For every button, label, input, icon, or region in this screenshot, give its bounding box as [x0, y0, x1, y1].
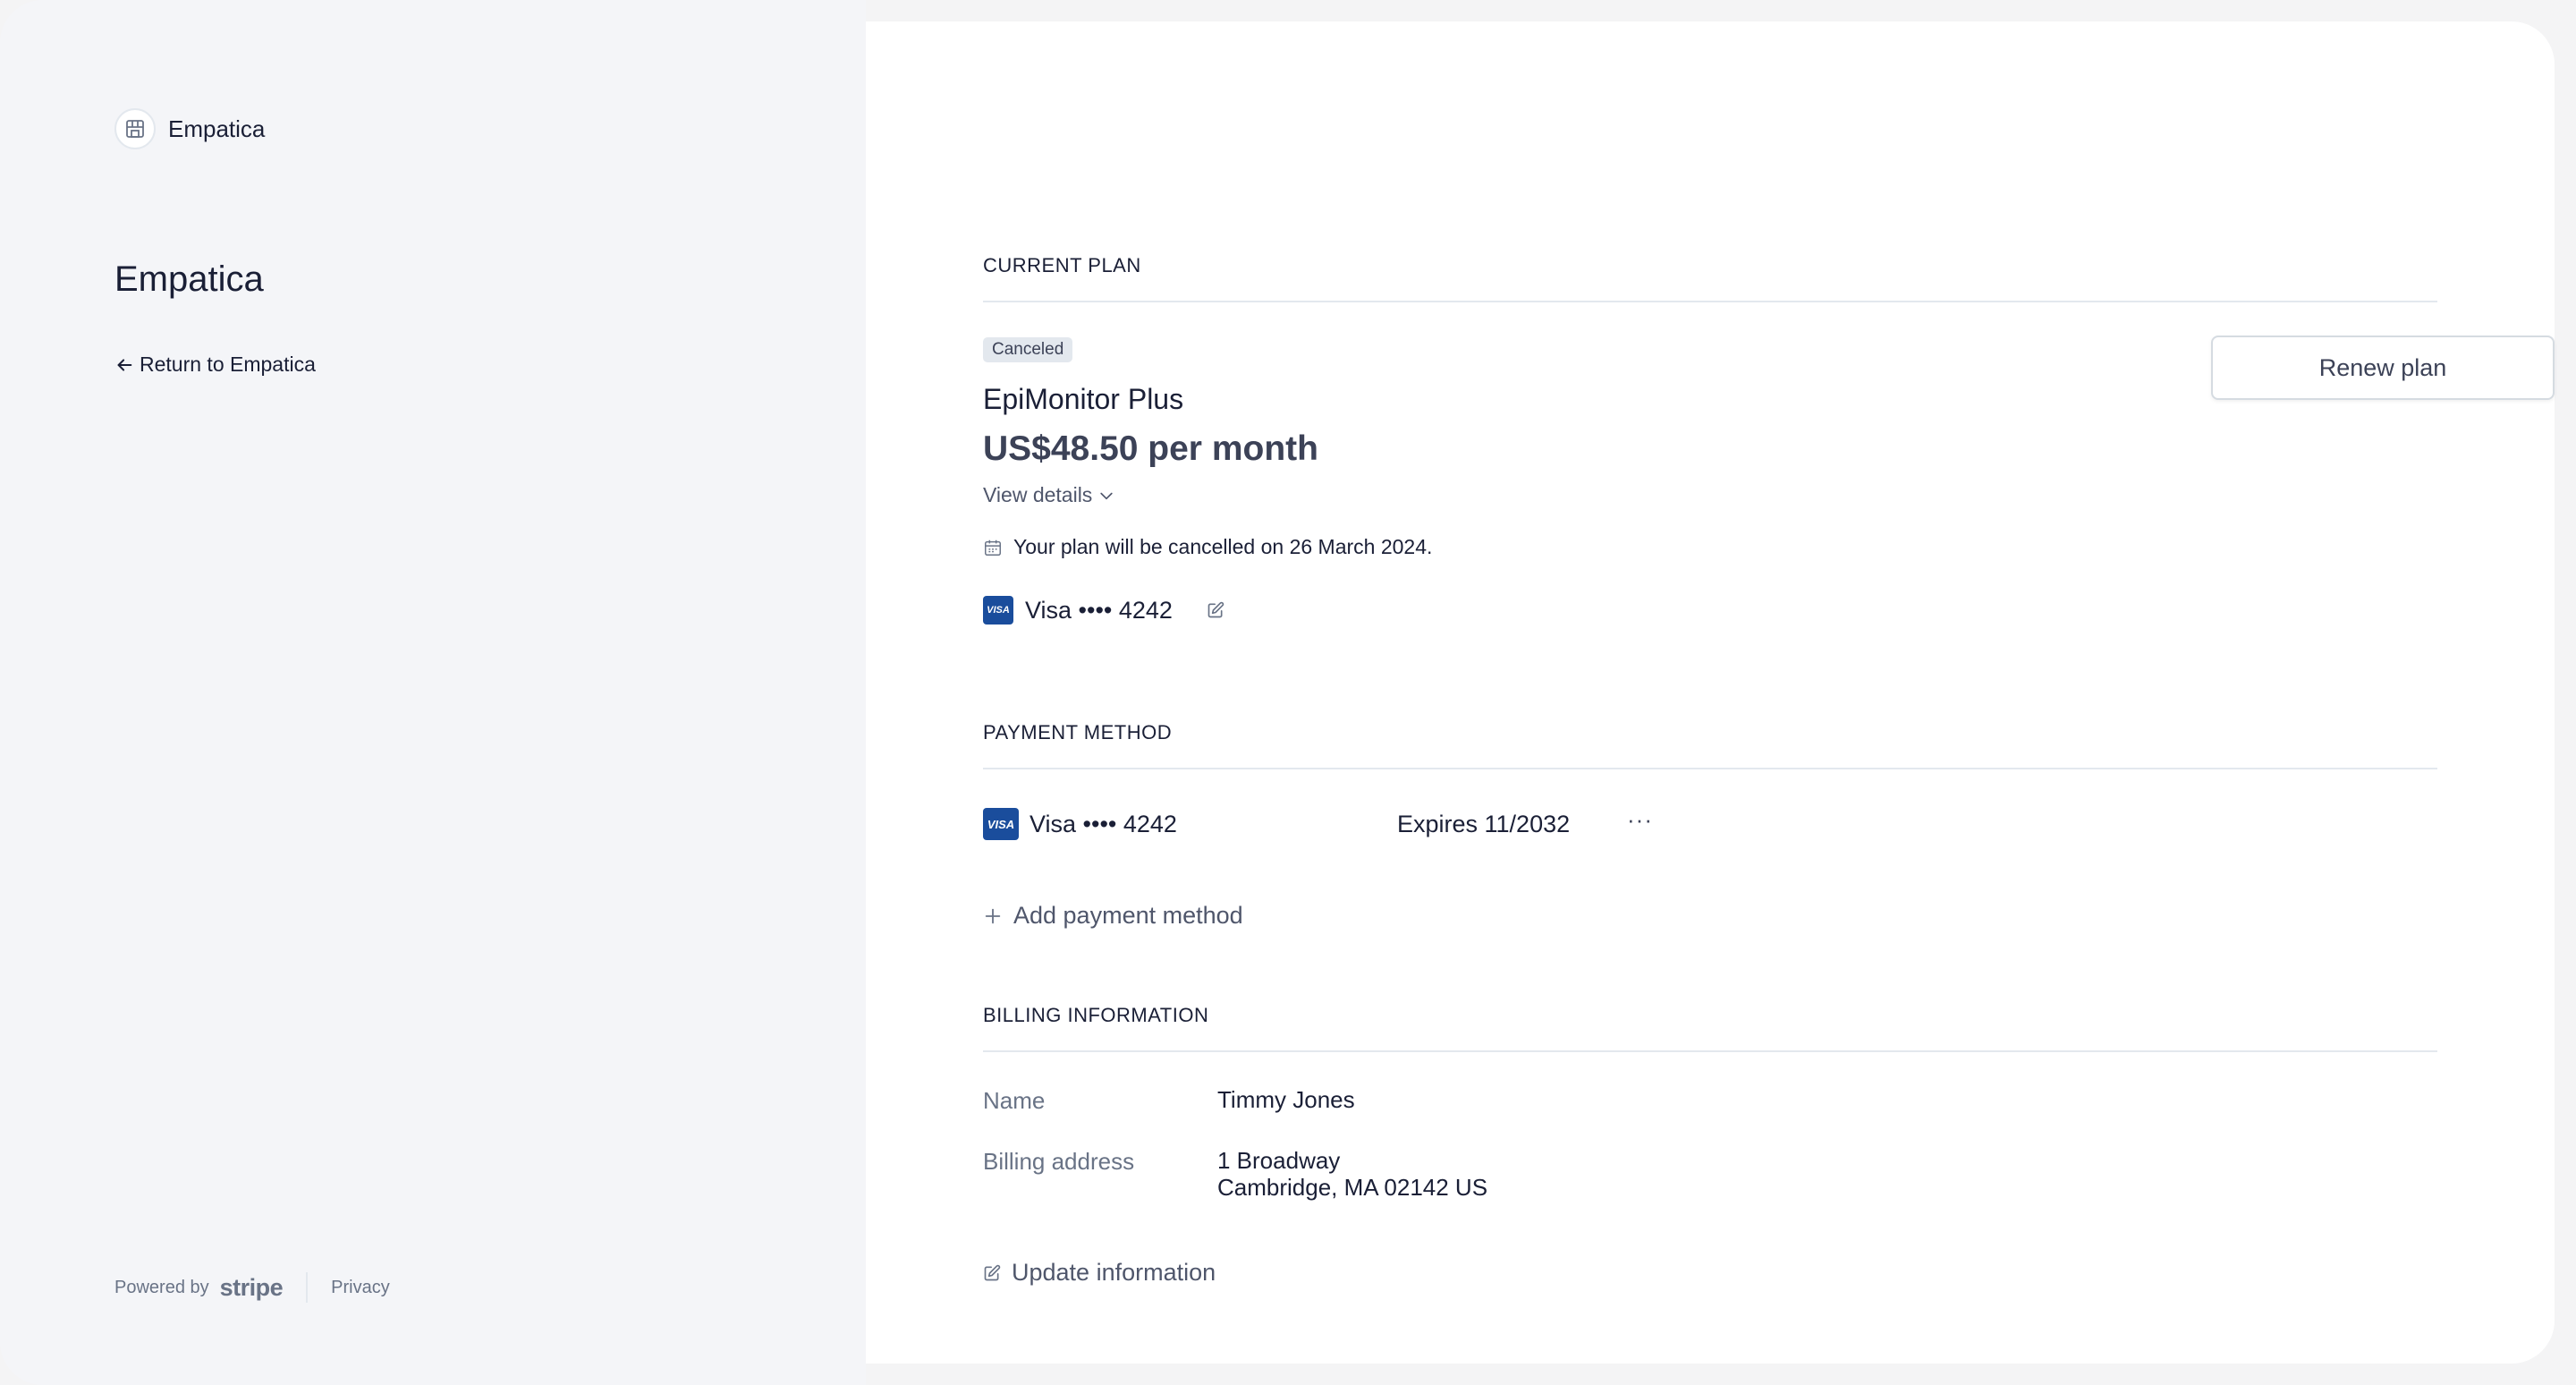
privacy-link[interactable]: Privacy — [331, 1278, 390, 1298]
add-payment-method-label: Add payment method — [1013, 902, 1243, 929]
billing-information-divider — [983, 1050, 2437, 1052]
visa-logo-icon: VISA — [983, 808, 1019, 840]
return-link[interactable]: Return to Empatica — [114, 353, 316, 377]
payment-card-text: Visa •••• 4242 — [1030, 811, 1177, 837]
brand-name: Empatica — [168, 115, 266, 142]
billing-name-label: Name — [983, 1087, 1046, 1114]
plan-card-text: Visa •••• 4242 — [1025, 596, 1173, 624]
main-panel: CURRENT PLAN Canceled EpiMonitor Plus US… — [866, 21, 2555, 1364]
current-plan-title: CURRENT PLAN — [983, 254, 1141, 276]
cancel-notice-text: Your plan will be cancelled on 26 March … — [1013, 535, 1433, 558]
sidebar-footer: Powered by stripe Privacy — [114, 1272, 390, 1303]
billing-address-line1: 1 Broadway — [1217, 1147, 1341, 1174]
billing-name-value: Timmy Jones — [1217, 1086, 1355, 1113]
billing-address-line2: Cambridge, MA 02142 US — [1217, 1174, 1488, 1201]
storefront-icon — [114, 108, 156, 149]
calendar-icon — [983, 538, 1013, 557]
plan-name: EpiMonitor Plus — [983, 383, 1184, 415]
billing-address-label: Billing address — [983, 1148, 1135, 1175]
status-badge: Canceled — [983, 337, 1073, 362]
powered-by-label: Powered by — [114, 1277, 209, 1297]
more-options-button[interactable]: ··· — [1627, 806, 1653, 834]
brand-header[interactable]: Empatica — [114, 107, 265, 150]
update-information-button[interactable]: Update information — [983, 1259, 1216, 1287]
payment-method-title: PAYMENT METHOD — [983, 721, 1173, 743]
payment-method-divider — [983, 768, 2437, 769]
footer-divider — [306, 1272, 309, 1303]
billing-address-value: 1 Broadway Cambridge, MA 02142 US — [1217, 1147, 1487, 1201]
sidebar: Empatica Empatica Return to Empatica Pow… — [0, 0, 866, 1385]
plan-price: US$48.50 per month — [983, 429, 1318, 468]
plus-icon — [983, 906, 1013, 926]
edit-icon[interactable] — [1207, 601, 1224, 619]
app-frame: Empatica Empatica Return to Empatica Pow… — [0, 0, 2576, 1385]
card-expiry: Expires 11/2032 — [1397, 811, 1571, 837]
update-information-label: Update information — [1012, 1259, 1216, 1286]
arrow-left-icon — [114, 355, 140, 375]
stripe-logo[interactable]: stripe — [220, 1274, 284, 1302]
renew-plan-button[interactable]: Renew plan — [2211, 336, 2555, 400]
view-details-toggle[interactable]: View details — [983, 483, 1115, 507]
plan-payment-card: VISA Visa •••• 4242 — [983, 595, 1224, 625]
payment-method-row: VISA Visa •••• 4242 Expires 11/2032 ··· — [983, 806, 2437, 842]
chevron-down-icon — [1092, 487, 1115, 505]
billing-information-title: BILLING INFORMATION — [983, 1004, 1209, 1026]
cancel-notice: Your plan will be cancelled on 26 March … — [983, 535, 1432, 559]
edit-icon — [983, 1264, 1012, 1282]
view-details-label: View details — [983, 483, 1093, 506]
current-plan-divider — [983, 301, 2437, 302]
add-payment-method-button[interactable]: Add payment method — [983, 902, 1243, 930]
return-link-label: Return to Empatica — [140, 353, 316, 376]
merchant-title: Empatica — [114, 259, 264, 299]
visa-logo-icon: VISA — [983, 596, 1013, 625]
